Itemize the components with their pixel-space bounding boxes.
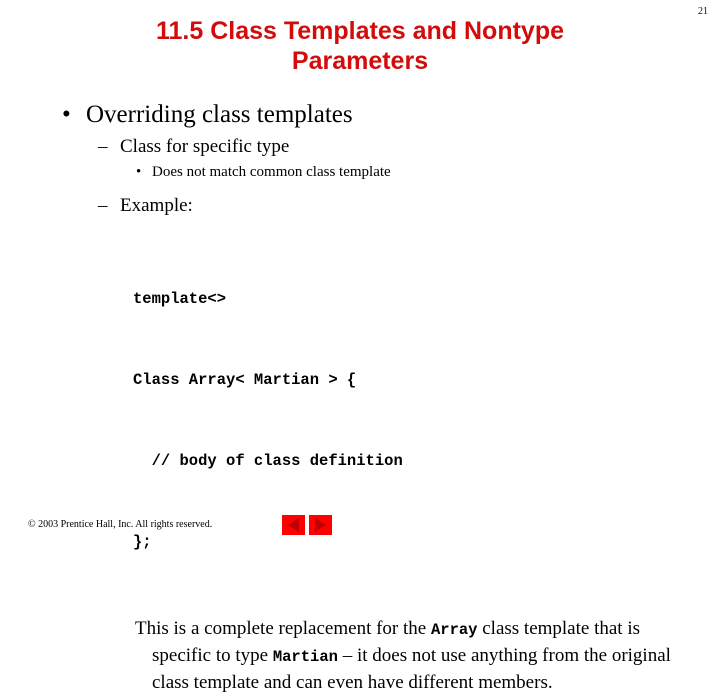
explanation-paragraph: This is a complete replacement for the A… — [0, 616, 672, 696]
inline-code-martian: Martian — [272, 648, 338, 666]
bullet-level1-label: Overriding class templates — [86, 101, 353, 128]
title-line-1: 11.5 Class Templates and Nontype — [155, 17, 565, 45]
arrow-left-icon — [288, 518, 299, 532]
title-line-2: Parameters — [291, 47, 429, 75]
code-line: }; — [133, 533, 152, 551]
bullet-level2-class-for-specific-type: – Class for specific type — [0, 134, 720, 159]
bullet-level2-label: Class for specific type — [120, 136, 290, 157]
page-number: 21 — [698, 6, 708, 17]
bullet-dot-icon: • — [62, 101, 71, 128]
previous-slide-button[interactable] — [282, 515, 305, 535]
bullet-level3-does-not-match: • Does not match common class template — [0, 161, 720, 183]
bullet-level1-overriding-class-templates: • Overriding class templates — [0, 100, 720, 130]
bullet-dash-icon: – — [98, 195, 108, 216]
code-line: // body of class definition — [133, 452, 403, 470]
slide-title: 11.5 Class Templates and Nontype Paramet… — [60, 16, 660, 76]
bullet-level2-example: – Example: — [0, 193, 720, 218]
bullet-level2-label: Example: — [120, 195, 193, 216]
code-line: Class Array< Martian > { — [133, 371, 357, 389]
inline-code-array: Array — [430, 621, 478, 639]
copyright-notice: © 2003 Prentice Hall, Inc. All rights re… — [28, 519, 213, 530]
slide-canvas: 21 11.5 Class Templates and Nontype Para… — [0, 0, 720, 693]
slide-navigation — [282, 515, 332, 535]
code-sample: template<> Class Array< Martian > { // b… — [0, 232, 720, 610]
code-line: template<> — [133, 290, 227, 308]
bullet-dot-icon: • — [136, 164, 142, 180]
paragraph-text-part-1: This is a complete replacement for the — [135, 618, 431, 639]
bullet-level3-label: Does not match common class template — [152, 164, 391, 180]
bullet-dash-icon: – — [98, 136, 108, 157]
arrow-right-icon — [315, 518, 326, 532]
next-slide-button[interactable] — [309, 515, 332, 535]
slide-body: • Overriding class templates – Class for… — [0, 100, 720, 696]
